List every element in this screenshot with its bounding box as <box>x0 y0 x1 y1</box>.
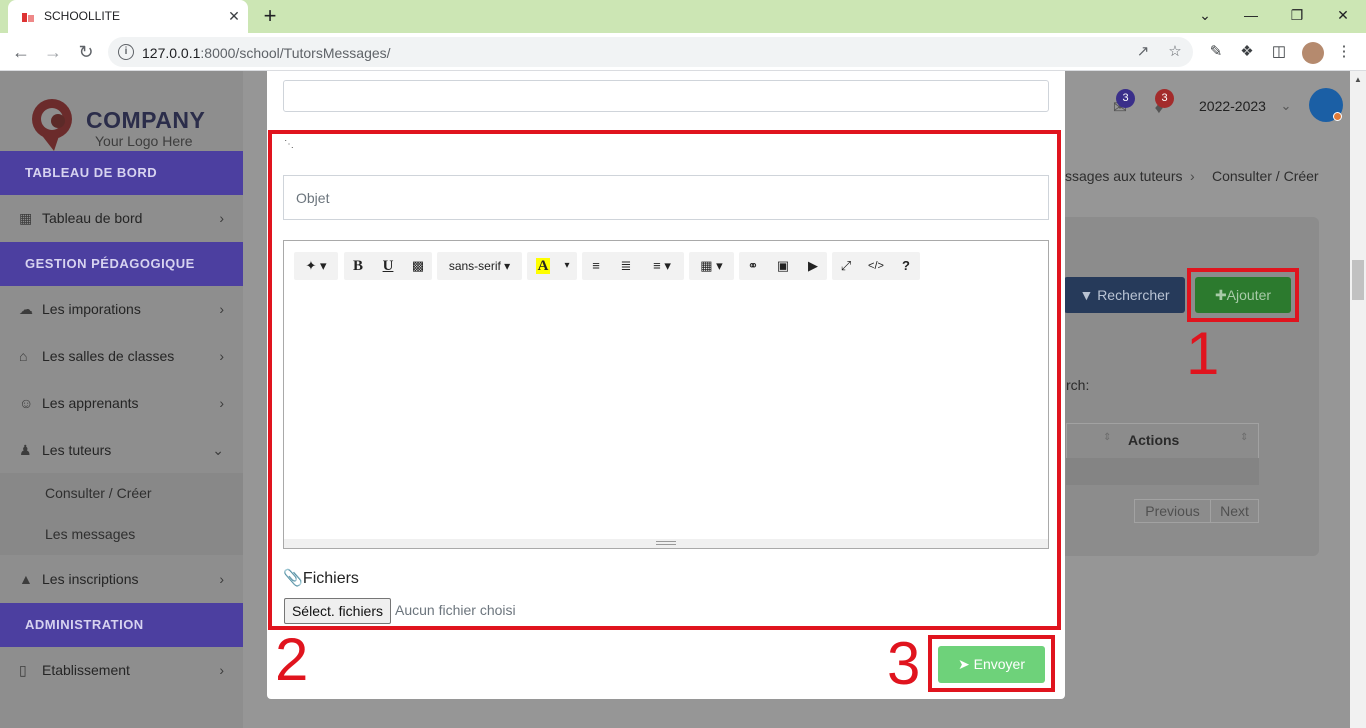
section-tableau-de-bord: TABLEAU DE BORD <box>0 151 243 195</box>
annotation-box-2 <box>268 130 1061 630</box>
chevron-right-icon: › <box>219 395 224 411</box>
annotation-number-2: 2 <box>275 626 309 693</box>
share-icon[interactable]: ↗ <box>1134 43 1152 61</box>
school-year-select[interactable]: 2022-2023 <box>1199 98 1266 114</box>
side-panel-icon[interactable]: ◫ <box>1269 42 1289 62</box>
recipient-field[interactable] <box>283 80 1049 112</box>
sidebar-item-inscriptions[interactable]: ▲ Les inscriptions › <box>0 556 243 602</box>
extensions-puzzle-icon[interactable]: ❖ <box>1237 42 1257 62</box>
company-logo: COMPANY Your Logo Here <box>30 97 230 153</box>
logo-tagline: Your Logo Here <box>95 133 193 149</box>
address-bar[interactable]: i 127.0.0.1:8000/school/TutorsMessages/ … <box>108 37 1193 67</box>
site-info-icon[interactable]: i <box>118 44 134 60</box>
annotation-box-3 <box>928 635 1055 692</box>
annotation-number-3: 3 <box>887 630 921 697</box>
tab-close-icon[interactable]: ✕ <box>224 6 244 26</box>
search-button[interactable]: ▼ Rechercher <box>1064 277 1185 313</box>
cloud-upload-icon: ☁ <box>19 301 33 317</box>
annotation-number-1: 1 <box>1186 320 1220 387</box>
forward-icon[interactable]: → <box>40 39 66 65</box>
browser-tab[interactable]: SCHOOLLITE ✕ <box>8 0 248 33</box>
reload-icon[interactable]: ↻ <box>73 39 99 65</box>
sidebar-item-apprenants[interactable]: ☺ Les apprenants › <box>0 380 243 426</box>
previous-page-button[interactable]: Previous <box>1134 499 1211 523</box>
logo-name: COMPANY <box>86 107 206 133</box>
scrollbar-thumb[interactable] <box>1352 260 1364 300</box>
new-tab-button[interactable]: + <box>258 4 282 28</box>
sidebar-subitem-messages[interactable]: Les messages <box>0 514 243 555</box>
next-page-button[interactable]: Next <box>1210 499 1259 523</box>
breadcrumb-separator-icon: › <box>1190 168 1195 184</box>
page-scrollbar[interactable] <box>1350 71 1366 728</box>
sidebar-item-etablissement[interactable]: ▯ Etablissement › <box>0 647 243 693</box>
chevron-down-icon: ⌄ <box>212 442 224 458</box>
status-dot <box>1333 112 1342 121</box>
favicon-icon <box>22 13 34 22</box>
breadcrumb-parent[interactable]: ssages aux tuteurs <box>1065 168 1183 184</box>
home-icon: ⌂ <box>19 348 28 364</box>
chevron-right-icon: › <box>219 348 224 364</box>
graduation-cap-icon: ▲ <box>19 571 33 587</box>
url-text[interactable]: 127.0.0.1:8000/school/TutorsMessages/ <box>142 45 391 61</box>
sidebar: COMPANY Your Logo Here TABLEAU DE BORD ▦… <box>0 71 243 728</box>
chevron-right-icon: › <box>219 301 224 317</box>
sidebar-item-tableau-de-bord[interactable]: ▦ Tableau de bord › <box>0 195 243 241</box>
sidebar-item-imporations[interactable]: ☁ Les imporations › <box>0 286 243 332</box>
annotation-box-1 <box>1187 268 1299 322</box>
user-icon: ♟ <box>19 442 32 458</box>
sidebar-item-salles[interactable]: ⌂ Les salles de classes › <box>0 333 243 379</box>
sort-icon[interactable]: ⇕ <box>1240 432 1248 443</box>
profile-avatar[interactable] <box>1302 42 1324 64</box>
chevron-down-icon[interactable]: ⌄ <box>1275 98 1297 120</box>
scroll-up-arrow-icon[interactable]: ▲ <box>1354 75 1362 84</box>
menu-kebab-icon[interactable]: ⋮ <box>1334 42 1354 62</box>
minimize-icon[interactable]: ⌄ <box>1182 0 1228 30</box>
eyedropper-extension-icon[interactable]: ✎ <box>1206 42 1226 62</box>
grid-icon: ▦ <box>19 210 33 226</box>
close-window-icon[interactable]: ✕ <box>1320 0 1366 30</box>
sidebar-subitem-consulter[interactable]: Consulter / Créer <box>0 473 243 514</box>
filter-icon: ▼ <box>1079 287 1098 303</box>
minimize-window-icon[interactable]: — <box>1228 0 1274 30</box>
table-search-label: rch: <box>1066 377 1090 393</box>
section-administration: ADMINISTRATION <box>0 603 243 647</box>
notifications-badge: 3 <box>1155 89 1174 108</box>
sidebar-item-tuteurs[interactable]: ♟ Les tuteurs ⌄ <box>0 427 243 473</box>
browser-toolbar: ← → ↻ i 127.0.0.1:8000/school/TutorsMess… <box>0 33 1366 71</box>
building-icon: ▯ <box>19 662 27 678</box>
users-icon: ☺ <box>19 395 34 411</box>
tab-title: SCHOOLLITE <box>44 9 121 23</box>
sort-icon[interactable]: ⇕ <box>1103 432 1111 443</box>
section-gestion-pedagogique: GESTION PÉDAGOGIQUE <box>0 242 243 286</box>
restore-window-icon[interactable]: ❐ <box>1274 0 1320 30</box>
bookmark-star-icon[interactable]: ☆ <box>1166 43 1184 61</box>
back-icon[interactable]: ← <box>8 39 34 65</box>
table-row <box>1066 458 1259 485</box>
chevron-right-icon: › <box>219 662 224 678</box>
breadcrumb-current: Consulter / Créer <box>1212 168 1319 184</box>
chevron-right-icon: › <box>219 210 224 226</box>
logo-mark-icon <box>32 99 72 151</box>
actions-column-header[interactable]: Actions <box>1128 432 1179 448</box>
chevron-right-icon: › <box>219 571 224 587</box>
messages-badge: 3 <box>1116 89 1135 108</box>
tab-strip: SCHOOLLITE ✕ + ⌄ — ❐ ✕ <box>0 0 1366 33</box>
